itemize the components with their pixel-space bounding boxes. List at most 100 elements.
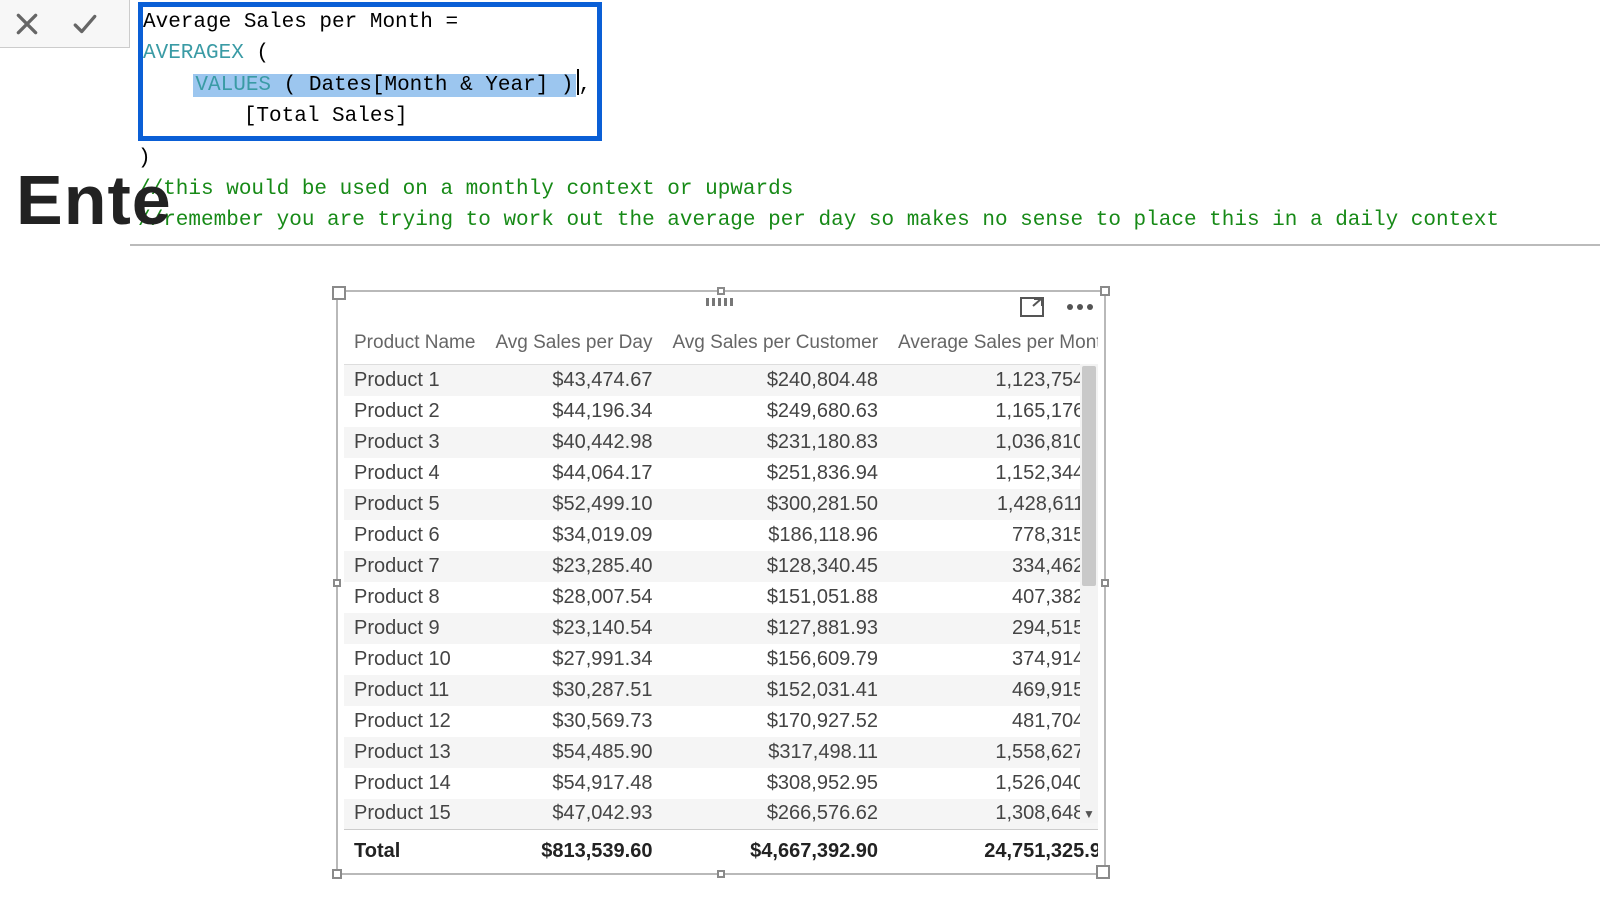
background-text: Ente [16,160,172,240]
table-cell: $266,576.62 [662,799,888,830]
table-cell: 481,704.82 [888,706,1098,737]
table-cell: 294,515.96 [888,613,1098,644]
table-cell: $240,804.48 [662,365,888,396]
cancel-icon[interactable] [14,11,40,37]
total-cell: Total [344,830,485,868]
table-cell: Product 10 [344,644,485,675]
table-visual[interactable]: Product NameAvg Sales per DayAvg Sales p… [336,290,1106,875]
table-row[interactable]: Product 11$30,287.51$152,031.41469,915.2… [344,675,1098,706]
table-cell: $43,474.67 [485,365,662,396]
commit-icon[interactable] [70,11,100,37]
formula-line-1: Average Sales per Month = [143,7,591,38]
table-cell: Product 9 [344,613,485,644]
visual-header [338,292,1104,322]
table-cell: $186,118.96 [662,520,888,551]
table-cell: $40,442.98 [485,427,662,458]
table-row[interactable]: Product 10$27,991.34$156,609.79374,914.3… [344,644,1098,675]
table-cell: Product 8 [344,582,485,613]
table-row[interactable]: Product 12$30,569.73$170,927.52481,704.8… [344,706,1098,737]
table-row[interactable]: Product 5$52,499.10$300,281.501,428,611.… [344,489,1098,520]
table-cell: $317,498.11 [662,737,888,768]
formula-line-2: AVERAGEX ( [143,38,591,69]
table-cell: Product 3 [344,427,485,458]
table-cell: 1,036,810.99 [888,427,1098,458]
total-cell: $813,539.60 [485,830,662,868]
table-row[interactable]: Product 15$47,042.93$266,576.621,308,648… [344,799,1098,830]
table-cell: $170,927.52 [662,706,888,737]
column-header[interactable]: Avg Sales per Day [485,328,662,365]
formula-comment-2: //remember you are trying to work out th… [138,205,1592,236]
total-cell: 24,751,325.98 [888,830,1098,868]
table-cell: $251,836.94 [662,458,888,489]
column-header[interactable]: Product Name [344,328,485,365]
scroll-down-icon[interactable]: ▼ [1080,805,1098,823]
table-cell: $54,485.90 [485,737,662,768]
table-cell: 778,315.65 [888,520,1098,551]
column-header[interactable]: Average Sales per Month [888,328,1098,365]
table-cell: Product 12 [344,706,485,737]
table-cell: $44,064.17 [485,458,662,489]
scroll-thumb[interactable] [1082,366,1096,586]
data-table[interactable]: Product NameAvg Sales per DayAvg Sales p… [344,328,1098,867]
table-cell: $28,007.54 [485,582,662,613]
table-cell: 1,428,611.97 [888,489,1098,520]
table-cell: 374,914.34 [888,644,1098,675]
table-row[interactable]: Product 14$54,917.48$308,952.951,526,040… [344,768,1098,799]
table-cell: Product 11 [344,675,485,706]
table-row[interactable]: Product 3$40,442.98$231,180.831,036,810.… [344,427,1098,458]
table-row[interactable]: Product 2$44,196.34$249,680.631,165,176.… [344,396,1098,427]
table-cell: $300,281.50 [662,489,888,520]
table-row[interactable]: Product 9$23,140.54$127,881.93294,515.96 [344,613,1098,644]
table-cell: $34,019.09 [485,520,662,551]
table-cell: $27,991.34 [485,644,662,675]
table-cell: $23,140.54 [485,613,662,644]
table-cell: $23,285.40 [485,551,662,582]
formula-line-3: VALUES ( Dates[Month & Year] ), [143,69,591,101]
table-cell: 1,558,627.09 [888,737,1098,768]
table-cell: Product 5 [344,489,485,520]
table-cell: $152,031.41 [662,675,888,706]
table-cell: $52,499.10 [485,489,662,520]
table-cell: $44,196.34 [485,396,662,427]
table-cell: 469,915.26 [888,675,1098,706]
table-cell: $156,609.79 [662,644,888,675]
formula-bar[interactable]: Average Sales per Month = AVERAGEX ( VAL… [130,0,1600,246]
drag-handle-icon[interactable] [706,298,736,306]
table-row[interactable]: Product 4$44,064.17$251,836.941,152,344.… [344,458,1098,489]
table-row[interactable]: Product 6$34,019.09$186,118.96778,315.65 [344,520,1098,551]
table-cell: $249,680.63 [662,396,888,427]
table-row[interactable]: Product 13$54,485.90$317,498.111,558,627… [344,737,1098,768]
table-cell: $231,180.83 [662,427,888,458]
vertical-scrollbar[interactable]: ▲ ▼ [1080,364,1098,823]
table-cell: 407,382.33 [888,582,1098,613]
table-cell: 1,526,040.32 [888,768,1098,799]
table-cell: $128,340.45 [662,551,888,582]
formula-highlight: Average Sales per Month = AVERAGEX ( VAL… [138,2,602,141]
more-options-icon[interactable] [1066,303,1094,311]
table-cell: Product 14 [344,768,485,799]
focus-mode-icon[interactable] [1020,297,1044,317]
table-cell: Product 13 [344,737,485,768]
table-cell: $308,952.95 [662,768,888,799]
formula-line-4: [Total Sales] [143,101,591,132]
table-cell: 334,462.98 [888,551,1098,582]
table-cell: $127,881.93 [662,613,888,644]
table-cell: Product 2 [344,396,485,427]
table-cell: Product 1 [344,365,485,396]
table-row[interactable]: Product 1$43,474.67$240,804.481,123,754.… [344,365,1098,396]
table-cell: 1,165,176.29 [888,396,1098,427]
formula-comment-1: //this would be used on a monthly contex… [138,174,1592,205]
total-cell: $4,667,392.90 [662,830,888,868]
column-header[interactable]: Avg Sales per Customer [662,328,888,365]
table-cell: $30,287.51 [485,675,662,706]
table-cell: Product 7 [344,551,485,582]
table-cell: $30,569.73 [485,706,662,737]
table-cell: $47,042.93 [485,799,662,830]
table-cell: $54,917.48 [485,768,662,799]
table-cell: $151,051.88 [662,582,888,613]
table-row[interactable]: Product 8$28,007.54$151,051.88407,382.33 [344,582,1098,613]
table-row[interactable]: Product 7$23,285.40$128,340.45334,462.98 [344,551,1098,582]
formula-line-5: ) [138,143,1592,174]
table-cell: 1,308,648.87 [888,799,1098,830]
table-cell: Product 4 [344,458,485,489]
